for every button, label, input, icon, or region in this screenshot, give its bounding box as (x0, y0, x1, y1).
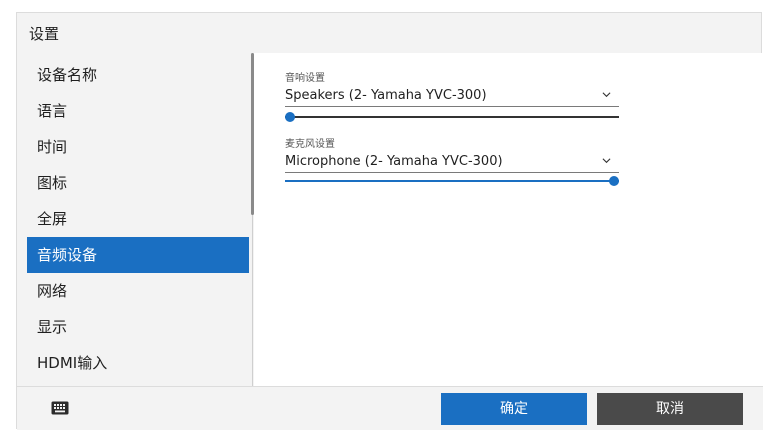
sidebar-item-language[interactable]: 语言 (27, 93, 249, 129)
sidebar-item-hdmi-input[interactable]: HDMI输入 (27, 345, 249, 381)
microphone-setting-label: 麦克风设置 (285, 139, 335, 150)
speaker-volume-track (285, 116, 619, 118)
sidebar-item-audio-device[interactable]: 音频设备 (27, 237, 249, 273)
footer-bar: 确定 取消 (17, 386, 763, 430)
speaker-volume-thumb[interactable] (285, 112, 295, 122)
sidebar: 设备名称 语言 时间 图标 全屏 音频设备 网络 显示 HDMI输入 镜像 (17, 53, 253, 386)
audio-settings-panel: 音响设置 Speakers (2- Yamaha YVC-300) 麦克风设置 … (254, 53, 762, 386)
window-title: 设置 (29, 25, 60, 43)
cancel-button[interactable]: 取消 (597, 393, 743, 425)
sidebar-item-time[interactable]: 时间 (27, 129, 249, 165)
microphone-volume-slider[interactable] (285, 175, 619, 187)
settings-window: 设置 设备名称 语言 时间 图标 全屏 音频设备 网络 显示 HDMI输入 镜像… (16, 12, 763, 430)
sidebar-item-icon[interactable]: 图标 (27, 165, 249, 201)
sidebar-item-network[interactable]: 网络 (27, 273, 249, 309)
speaker-setting-label: 音响设置 (285, 73, 325, 84)
chevron-down-icon (602, 158, 611, 164)
microphone-volume-thumb[interactable] (609, 176, 619, 186)
sidebar-item-device-name[interactable]: 设备名称 (27, 57, 249, 93)
microphone-select-value: Microphone (2- Yamaha YVC-300) (285, 154, 503, 169)
speaker-volume-slider[interactable] (285, 111, 619, 123)
speaker-select-value: Speakers (2- Yamaha YVC-300) (285, 88, 487, 103)
microphone-volume-fill (285, 180, 619, 182)
speaker-select[interactable]: Speakers (2- Yamaha YVC-300) (285, 85, 619, 107)
ok-button[interactable]: 确定 (441, 393, 587, 425)
sidebar-item-display[interactable]: 显示 (27, 309, 249, 345)
sidebar-item-fullscreen[interactable]: 全屏 (27, 201, 249, 237)
microphone-select[interactable]: Microphone (2- Yamaha YVC-300) (285, 151, 619, 173)
keyboard-icon[interactable] (51, 401, 69, 415)
chevron-down-icon (602, 92, 611, 98)
